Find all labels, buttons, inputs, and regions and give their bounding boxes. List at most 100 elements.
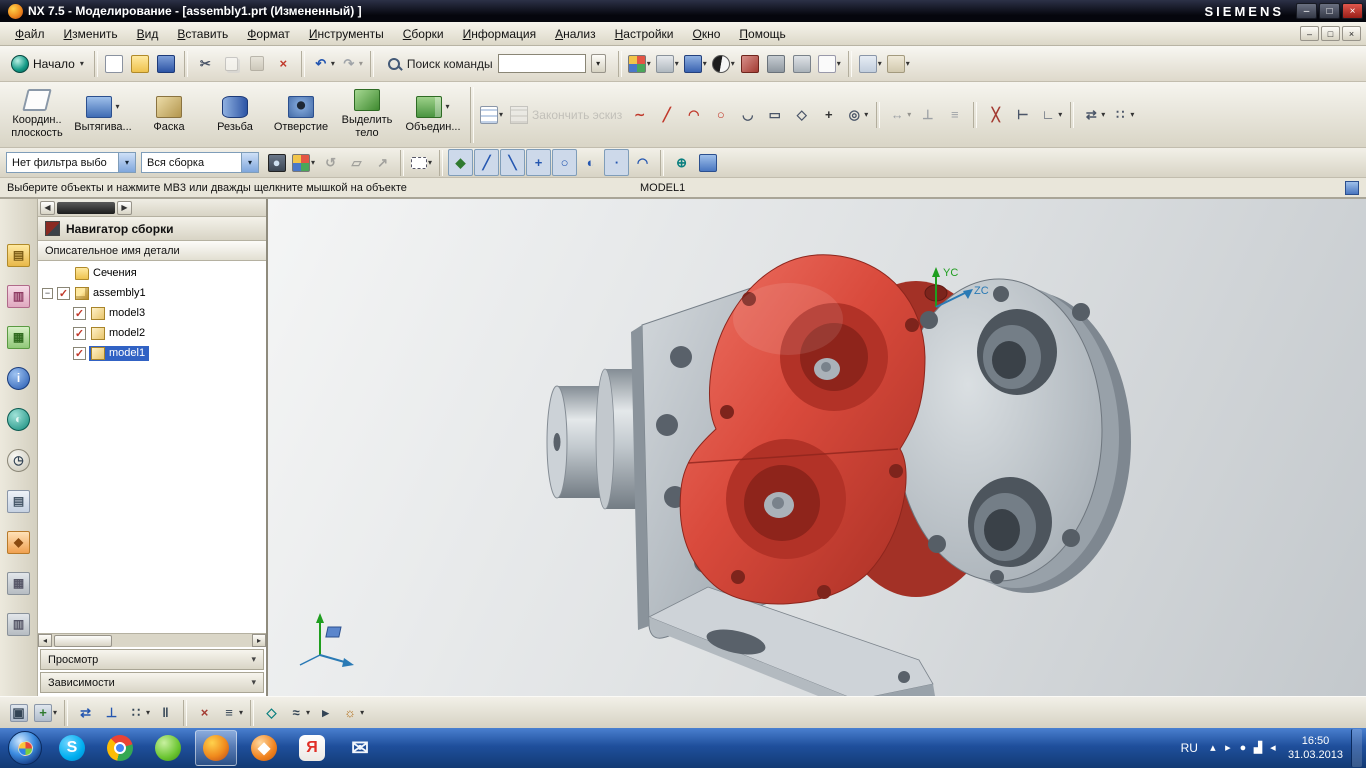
point-dialog-icon[interactable]: ⊕: [669, 149, 694, 176]
assembly-navigator-icon[interactable]: ▤: [5, 241, 33, 269]
constraint-navigator-icon[interactable]: ▥: [5, 282, 33, 310]
menu-edit[interactable]: Изменить: [55, 24, 127, 44]
expander-icon[interactable]: −: [42, 288, 53, 299]
menu-window[interactable]: Окно: [683, 24, 729, 44]
start-menu-button[interactable]: Начало ▾: [5, 50, 90, 77]
dropdown-arrow-icon[interactable]: ▾: [360, 708, 364, 717]
orange-app-taskbar-button[interactable]: ◆: [243, 730, 285, 766]
combo-dropdown-icon[interactable]: ▾: [118, 153, 135, 172]
horizontal-scrollbar[interactable]: ◂ ▸: [38, 633, 266, 647]
minimize-button[interactable]: –: [1296, 3, 1317, 19]
snap-intersection-icon[interactable]: +: [526, 149, 551, 176]
restore-button[interactable]: □: [1319, 3, 1340, 19]
dropdown-arrow-icon[interactable]: ▾: [428, 158, 432, 167]
menu-help[interactable]: Помощь: [730, 24, 794, 44]
display-mode-icon[interactable]: ▾: [682, 50, 709, 77]
selection-scope-icon[interactable]: ▾: [290, 149, 317, 176]
menu-preferences[interactable]: Настройки: [606, 24, 683, 44]
roles-icon[interactable]: ◆: [5, 528, 33, 556]
dropdown-arrow-icon[interactable]: ▾: [115, 102, 119, 111]
unite-button[interactable]: ▾Объедин...: [400, 84, 466, 145]
collapse-left-icon[interactable]: ◀: [40, 201, 55, 215]
pattern-curve-icon[interactable]: ∷▾: [1109, 101, 1136, 128]
combo-dropdown-icon[interactable]: ▾: [241, 153, 258, 172]
type-filter-combo[interactable]: Нет фильтра выбо ▾: [6, 152, 136, 173]
background-icon[interactable]: ▾: [816, 50, 843, 77]
snap-arc-center-icon[interactable]: ○: [552, 149, 577, 176]
save-icon[interactable]: [154, 50, 179, 77]
tree-item-model3[interactable]: ✓model3: [38, 303, 266, 323]
dropdown-arrow-icon[interactable]: ▾: [306, 708, 310, 717]
scroll-right-icon[interactable]: ▸: [252, 634, 266, 647]
checkbox-model3[interactable]: ✓: [73, 307, 86, 320]
dropdown-arrow-icon[interactable]: ▾: [1130, 110, 1134, 119]
move-curve-icon[interactable]: ⇄▾: [1080, 101, 1107, 128]
dropdown-arrow-icon[interactable]: ▾: [1101, 110, 1105, 119]
graphics-viewport[interactable]: YC ZC: [268, 199, 1366, 696]
mirror-assembly-icon[interactable]: ‖: [153, 699, 178, 726]
point-icon[interactable]: +: [816, 101, 841, 128]
dropdown-arrow-icon[interactable]: ▾: [864, 110, 868, 119]
extrude-button[interactable]: ▾Вытягива...: [70, 84, 136, 145]
dropdown-arrow-icon[interactable]: ▾: [675, 59, 679, 68]
dropdown-arrow-icon[interactable]: ▾: [239, 708, 243, 717]
language-indicator[interactable]: RU: [1181, 741, 1198, 755]
interpart-link-icon[interactable]: ≈▾: [285, 699, 312, 726]
checkbox-assembly1[interactable]: ✓: [57, 287, 70, 300]
quick-extend-icon[interactable]: ⊢: [1010, 101, 1035, 128]
undo-icon[interactable]: ↶▾: [310, 50, 337, 77]
rectangle-select-icon[interactable]: ▾: [409, 149, 434, 176]
menu-information[interactable]: Информация: [454, 24, 545, 44]
expand-right-icon[interactable]: ▶: [117, 201, 132, 215]
panel-resize-handle[interactable]: ◀ ▶: [38, 199, 266, 217]
datum-plane-button[interactable]: Координ.. плоскость: [4, 84, 70, 145]
tree-item-model2[interactable]: ✓model2: [38, 323, 266, 343]
menu-analysis[interactable]: Анализ: [546, 24, 605, 44]
wave-geometry-icon[interactable]: ◇: [259, 699, 284, 726]
quick-trim-icon[interactable]: ╳: [983, 101, 1008, 128]
information-icon[interactable]: i: [5, 364, 33, 392]
arc-icon[interactable]: ◠: [681, 101, 706, 128]
checkbox-model1[interactable]: ✓: [73, 347, 86, 360]
move-component-icon[interactable]: ⇄: [73, 699, 98, 726]
dof-cube-icon[interactable]: [738, 50, 763, 77]
nx-taskbar-button[interactable]: [195, 730, 237, 766]
3d-model-canvas[interactable]: YC ZC: [268, 199, 1366, 696]
circle-icon[interactable]: ○: [708, 101, 733, 128]
section-view-icon[interactable]: ▾: [654, 50, 681, 77]
delete-icon[interactable]: ×: [271, 50, 296, 77]
menu-format[interactable]: Формат: [238, 24, 299, 44]
menu-tools[interactable]: Инструменты: [300, 24, 393, 44]
move-cube-icon[interactable]: [764, 50, 789, 77]
thread-button[interactable]: Резьба: [202, 84, 268, 145]
component-right-flange[interactable]: [896, 279, 1131, 593]
tree-item-model1[interactable]: ✓model1: [38, 343, 266, 363]
dropdown-arrow-icon[interactable]: ▾: [311, 158, 315, 167]
find-component-icon[interactable]: ▣: [6, 699, 31, 726]
close-button[interactable]: ×: [1342, 3, 1363, 19]
dropdown-arrow-icon[interactable]: ▾: [731, 59, 735, 68]
scroll-left-icon[interactable]: ◂: [38, 634, 52, 647]
search-options-button[interactable]: ▾: [591, 54, 606, 73]
component-left-shaft[interactable]: [547, 369, 646, 509]
dropdown-arrow-icon[interactable]: ▾: [1058, 110, 1062, 119]
chamfer-button[interactable]: Фаска: [136, 84, 202, 145]
assembly-constraints-icon[interactable]: ⊥: [99, 699, 124, 726]
menu-insert[interactable]: Вставить: [168, 24, 237, 44]
shaded-cube-icon[interactable]: [790, 50, 815, 77]
drag-grip[interactable]: [57, 202, 115, 214]
layout-icon[interactable]: ▾: [885, 50, 912, 77]
snap-quadrant-icon[interactable]: ◐: [578, 149, 603, 176]
internet-icon[interactable]: ◐: [5, 405, 33, 433]
scrollbar-thumb[interactable]: [54, 635, 112, 647]
enable-snap-point-icon[interactable]: ◆: [448, 149, 473, 176]
tree-item-sections[interactable]: Сечения: [38, 263, 266, 283]
menu-file[interactable]: Файл: [6, 24, 54, 44]
skype-taskbar-button[interactable]: S: [51, 730, 93, 766]
templates-icon[interactable]: ▥: [5, 610, 33, 638]
sequence-icon[interactable]: ▸: [313, 699, 338, 726]
system-materials-icon[interactable]: ▤: [5, 487, 33, 515]
dropdown-arrow-icon[interactable]: ▾: [878, 59, 882, 68]
rectangle-icon[interactable]: ▭: [762, 101, 787, 128]
volume-tray-icon[interactable]: ◂: [1266, 735, 1280, 762]
